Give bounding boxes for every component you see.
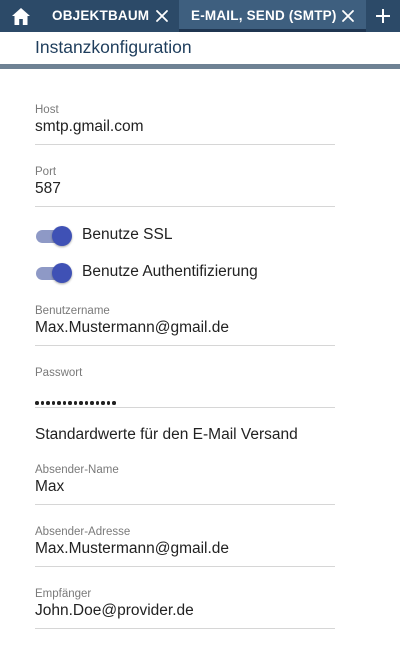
switch-thumb bbox=[52, 226, 72, 246]
auth-toggle-label: Benutze Authentifizierung bbox=[82, 263, 258, 280]
header-divider bbox=[0, 64, 400, 69]
section-heading-email-defaults: Standardwerte für den E-Mail Versand bbox=[35, 426, 298, 443]
ssl-toggle[interactable] bbox=[35, 224, 73, 248]
field-underline bbox=[35, 144, 335, 145]
username-label: Benutzername bbox=[35, 305, 110, 317]
field-underline bbox=[35, 345, 335, 346]
sender-name-input[interactable]: Max bbox=[35, 478, 335, 496]
home-button[interactable] bbox=[0, 0, 41, 32]
host-input[interactable]: smtp.gmail.com bbox=[35, 118, 335, 136]
add-tab-button[interactable] bbox=[366, 0, 400, 32]
password-mask-dot bbox=[57, 401, 61, 405]
password-mask-dot bbox=[106, 401, 110, 405]
field-underline bbox=[35, 628, 335, 629]
password-mask-dot bbox=[112, 401, 116, 405]
sender-address-label: Absender-Adresse bbox=[35, 526, 131, 538]
password-mask-dot bbox=[73, 401, 77, 405]
recipient-input[interactable]: John.Doe@provider.de bbox=[35, 602, 335, 620]
password-mask-dot bbox=[95, 401, 99, 405]
password-label: Passwort bbox=[35, 367, 83, 379]
field-underline bbox=[35, 566, 335, 567]
auth-toggle-row: Benutze Authentifizierung bbox=[35, 261, 355, 285]
field-underline bbox=[35, 206, 335, 207]
password-mask-dot bbox=[68, 401, 72, 405]
ssl-toggle-row: Benutze SSL bbox=[35, 224, 355, 248]
field-underline bbox=[35, 407, 335, 408]
tab-objektbaum[interactable]: OBJEKTBAUM bbox=[41, 0, 179, 32]
port-input[interactable]: 587 bbox=[35, 180, 335, 198]
sender-name-label: Absender-Name bbox=[35, 464, 119, 476]
page-title: Instanzkonfiguration bbox=[35, 37, 192, 57]
active-tab-indicator bbox=[179, 29, 366, 32]
ssl-toggle-label: Benutze SSL bbox=[82, 226, 173, 243]
tab-label: OBJEKTBAUM bbox=[52, 8, 150, 23]
password-mask-dot bbox=[46, 401, 50, 405]
switch-thumb bbox=[52, 263, 72, 283]
password-mask-dot bbox=[51, 401, 55, 405]
password-mask-dot bbox=[84, 401, 88, 405]
tab-bar: OBJEKTBAUM E-MAIL, SEND (SMTP) bbox=[0, 0, 400, 32]
plus-icon bbox=[376, 9, 390, 23]
password-mask-dot bbox=[79, 401, 83, 405]
password-input[interactable] bbox=[35, 381, 335, 405]
sender-address-input[interactable]: Max.Mustermann@gmail.de bbox=[35, 540, 335, 558]
field-underline bbox=[35, 504, 335, 505]
password-mask-dot bbox=[40, 401, 44, 405]
port-label: Port bbox=[35, 166, 57, 178]
host-label: Host bbox=[35, 104, 59, 116]
tab-label: E-MAIL, SEND (SMTP) bbox=[191, 8, 337, 23]
username-input[interactable]: Max.Mustermann@gmail.de bbox=[35, 319, 335, 337]
password-mask-dot bbox=[35, 401, 39, 405]
close-icon[interactable] bbox=[341, 9, 355, 23]
password-mask bbox=[35, 401, 116, 405]
home-icon bbox=[11, 7, 30, 25]
password-mask-dot bbox=[90, 401, 94, 405]
recipient-label: Empfänger bbox=[35, 588, 92, 600]
close-icon[interactable] bbox=[155, 9, 169, 23]
tab-email-send-smtp[interactable]: E-MAIL, SEND (SMTP) bbox=[179, 0, 366, 32]
auth-toggle[interactable] bbox=[35, 261, 73, 285]
password-mask-dot bbox=[101, 401, 105, 405]
password-mask-dot bbox=[62, 401, 66, 405]
